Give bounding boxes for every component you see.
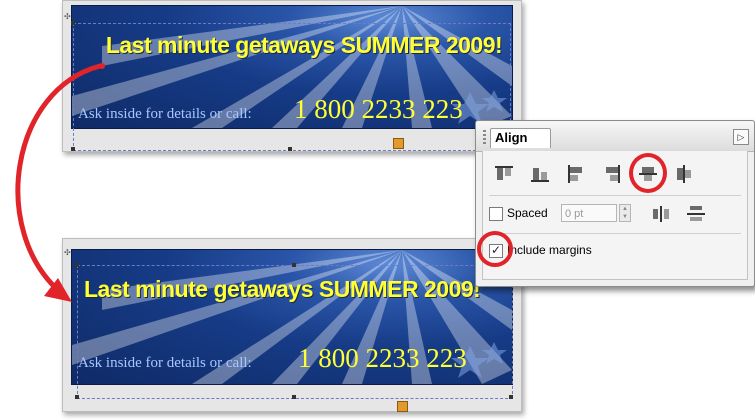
highlight-circle-align-button xyxy=(629,153,667,193)
align-panel: Align ▷ Spaced 0 pt ▲ ▼ ✓ Include margin… xyxy=(475,120,755,287)
spacing-input[interactable]: 0 pt xyxy=(561,204,617,222)
frame-handle[interactable] xyxy=(292,395,296,399)
tab-align[interactable]: Align xyxy=(490,128,551,148)
divider xyxy=(489,233,741,234)
page-marker-icon[interactable] xyxy=(393,138,404,149)
divider xyxy=(489,195,741,196)
align-left-icon[interactable] xyxy=(565,163,587,185)
align-right-icon[interactable] xyxy=(601,163,623,185)
align-panel-body: Spaced 0 pt ▲▼ Include margins xyxy=(477,151,748,280)
spacing-stepper[interactable]: ▲ ▼ xyxy=(619,204,631,222)
frame-handle[interactable] xyxy=(288,147,292,151)
document-view-after: Last minute getaways SUMMER 2009! Ask in… xyxy=(62,238,522,412)
pin-icon: ✣ xyxy=(64,12,71,21)
text-frame-outline xyxy=(77,265,513,399)
frame-handle[interactable] xyxy=(75,263,79,267)
align-bottom-icon[interactable] xyxy=(529,163,551,185)
align-panel-header[interactable]: Align ▷ xyxy=(476,121,754,152)
distribute-vertically-icon[interactable] xyxy=(685,203,707,225)
frame-handle[interactable] xyxy=(71,147,75,151)
include-margins-label: Include margins xyxy=(507,243,592,257)
spaced-label: Spaced xyxy=(507,206,548,220)
frame-handle[interactable] xyxy=(75,395,79,399)
frame-handle[interactable] xyxy=(71,21,75,25)
pin-icon: ✣ xyxy=(64,248,71,257)
panel-menu-button[interactable]: ▷ xyxy=(733,129,749,145)
text-frame-outline xyxy=(73,23,511,151)
grip-icon[interactable] xyxy=(483,130,486,144)
frame-handle[interactable] xyxy=(292,263,296,267)
highlight-circle-include-margins xyxy=(477,231,513,267)
spaced-checkbox[interactable] xyxy=(489,207,503,221)
page-marker-icon[interactable] xyxy=(397,401,408,412)
document-view-before: Last minute getaways SUMMER 2009! Ask in… xyxy=(62,0,522,152)
align-top-icon[interactable] xyxy=(493,163,515,185)
distribute-horizontally-icon[interactable] xyxy=(651,203,673,225)
align-horizontal-center-icon[interactable] xyxy=(673,163,695,185)
frame-handle[interactable] xyxy=(509,395,513,399)
